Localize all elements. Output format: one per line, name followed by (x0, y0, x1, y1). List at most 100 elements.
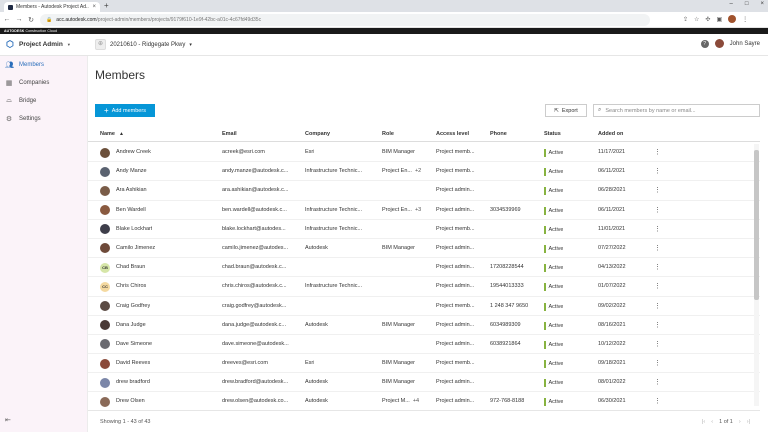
column-header-phone[interactable]: Phone (490, 131, 507, 137)
share-icon[interactable]: ⇪ (683, 16, 688, 23)
member-name[interactable]: drew bradford (116, 379, 150, 385)
column-header-email[interactable]: Email (222, 131, 237, 137)
scrollbar-thumb[interactable] (754, 150, 759, 300)
module-switcher[interactable]: ⬡ Project Admin ▼ (0, 40, 88, 49)
more-options-icon[interactable]: ⋮ (654, 263, 661, 271)
status-badge: Active (544, 379, 564, 388)
add-members-button[interactable]: + Add members (95, 104, 155, 117)
collapse-sidebar-icon[interactable]: ⇤ (5, 416, 11, 424)
member-name[interactable]: Dave Simeone (116, 341, 152, 347)
tab-close-icon[interactable]: × (92, 4, 96, 10)
company-cell: Infrastructure Technic... (305, 168, 363, 175)
prev-page-icon[interactable]: ‹ (711, 419, 713, 425)
puzzle-icon[interactable]: ✣ (705, 16, 710, 23)
table-row[interactable]: Ara Ashikian ara.ashikian@autodesk.c... Pr… (88, 181, 760, 201)
table-row[interactable]: Andy Manze andy.manze@autodesk.c... Infras… (88, 162, 760, 182)
column-header-access[interactable]: Access level (436, 131, 469, 137)
column-header-status[interactable]: Status (544, 131, 561, 137)
sidepanel-icon[interactable]: ▣ (716, 16, 722, 23)
more-options-icon[interactable]: ⋮ (654, 148, 661, 156)
status-indicator-icon (544, 379, 546, 388)
last-page-icon[interactable]: ›| (747, 419, 750, 425)
table-row[interactable]: CC Chris Chiros chris.chiros@autodesk.c...… (88, 277, 760, 297)
search-input[interactable] (605, 107, 751, 114)
more-options-icon[interactable]: ⋮ (654, 282, 661, 290)
first-page-icon[interactable]: |‹ (702, 419, 705, 425)
status-label: Active (548, 380, 564, 387)
table-row[interactable]: Craig Godfrey craig.godfrey@autodesk... Pr… (88, 297, 760, 316)
role-extra-count[interactable]: +2 (415, 168, 421, 174)
more-options-icon[interactable]: ⋮ (654, 321, 661, 329)
more-options-icon[interactable]: ⋮ (654, 397, 661, 405)
table-row[interactable]: Camilo Jimenez camilo.jimenez@autodes... A… (88, 239, 760, 259)
member-name[interactable]: Andy Manze (116, 168, 147, 174)
sort-ascending-icon[interactable]: ▲ (119, 131, 124, 137)
column-header-name[interactable]: Name ▲ (100, 131, 124, 137)
close-window-icon[interactable]: × (760, 1, 764, 7)
more-options-icon[interactable]: ⋮ (654, 378, 661, 386)
member-name[interactable]: Blake Lockhart (116, 226, 152, 232)
project-thumbnail-icon: ⊕ (95, 39, 106, 50)
next-page-icon[interactable]: › (739, 419, 741, 425)
member-name[interactable]: Dana Judge (116, 322, 146, 328)
column-header-added[interactable]: Added on (598, 131, 623, 137)
more-options-icon[interactable]: ⋮ (654, 359, 661, 367)
forward-icon[interactable]: → (14, 16, 24, 23)
back-icon[interactable]: ← (2, 16, 12, 23)
new-tab-button[interactable]: + (104, 2, 109, 10)
table-row[interactable]: Dave Simeone dave.simeone@autodesk... Proj… (88, 335, 760, 355)
profile-avatar[interactable] (728, 15, 737, 23)
member-name[interactable]: Andrew Creek (116, 149, 151, 155)
sidebar-item-companies[interactable]: ▦ Companies (0, 74, 87, 92)
more-options-icon[interactable]: ⋮ (654, 244, 661, 252)
avatar (100, 396, 110, 407)
access-level-cell: Project admin... (436, 379, 475, 386)
table-row[interactable]: Ben Wardell ben.wardell@autodesk.c... Infr… (88, 201, 760, 220)
table-row[interactable]: David Reeves dreeves@esri.com Esri Project … (88, 354, 760, 374)
browser-tab-bar: Members - Autodesk Project Ad... × + – □… (0, 0, 768, 12)
more-options-icon[interactable]: ⋮ (654, 302, 661, 310)
member-name[interactable]: Ara Ashikian (116, 187, 147, 193)
user-name[interactable]: John Sayre (730, 41, 760, 47)
member-name[interactable]: Ben Wardell (116, 207, 146, 213)
table-row[interactable]: Drew Olsen drew.olsen@autodesk.co... Autod… (88, 392, 760, 408)
project-selector[interactable]: ⊕ 20210610 - Ridgegate Pkwy ▾ (95, 39, 192, 50)
reload-icon[interactable]: ↻ (26, 16, 36, 24)
member-name[interactable]: Craig Godfrey (116, 303, 150, 309)
table-row[interactable]: Dana Judge dana.judge@autodesk.c... Autode… (88, 316, 760, 335)
browser-tab[interactable]: Members - Autodesk Project Ad... × (4, 2, 100, 12)
email-cell: dana.judge@autodesk.c... (222, 321, 286, 328)
url-field[interactable]: 🔒 acc.autodesk.com/project-admin/members… (40, 14, 650, 26)
table-row[interactable]: CB Chad Braun chad.braun@autodesk.c... Proj… (88, 258, 760, 278)
status-label: Active (548, 188, 564, 195)
member-name[interactable]: Chris Chiros (116, 283, 146, 289)
more-options-icon[interactable]: ⋮ (654, 206, 661, 214)
help-icon[interactable]: ? (700, 39, 709, 48)
more-options-icon[interactable]: ⋮ (654, 186, 661, 194)
table-row[interactable]: drew bradford drew.bradford@autodesk... Au… (88, 373, 760, 393)
member-name[interactable]: Camilo Jimenez (116, 245, 155, 251)
more-options-icon[interactable]: ⋮ (654, 167, 661, 175)
table-row[interactable]: Andrew Creek acreek@esri.com Esri Project m… (88, 143, 760, 163)
column-header-role[interactable]: Role (382, 131, 394, 137)
sidebar-item-members[interactable]: 👥︎ Members (0, 56, 87, 74)
column-header-company[interactable]: Company (305, 131, 330, 137)
more-options-icon[interactable]: ⋮ (654, 340, 661, 348)
member-name[interactable]: David Reeves (116, 360, 150, 366)
minimize-icon[interactable]: – (730, 1, 733, 7)
role-extra-count[interactable]: +3 (415, 207, 421, 213)
avatar: CC (100, 281, 110, 292)
star-icon[interactable]: ☆ (694, 16, 699, 23)
member-name[interactable]: Chad Braun (116, 264, 145, 270)
table-row[interactable]: Blake Lockhart blake.lockhart@autodes... I… (88, 220, 760, 239)
browser-menu-icon[interactable]: ⋮ (742, 16, 748, 23)
status-label: Active (548, 265, 564, 272)
sidebar-item-settings[interactable]: ⚙ Settings (0, 110, 87, 128)
role-extra-count[interactable]: +4 (413, 398, 419, 404)
user-avatar[interactable] (714, 39, 724, 48)
more-options-icon[interactable]: ⋮ (654, 225, 661, 233)
member-name[interactable]: Drew Olsen (116, 398, 145, 404)
sidebar-item-bridge[interactable]: ⌓ Bridge (0, 92, 87, 110)
maximize-icon[interactable]: □ (745, 1, 749, 7)
export-button[interactable]: ⇱ Export (545, 104, 587, 117)
